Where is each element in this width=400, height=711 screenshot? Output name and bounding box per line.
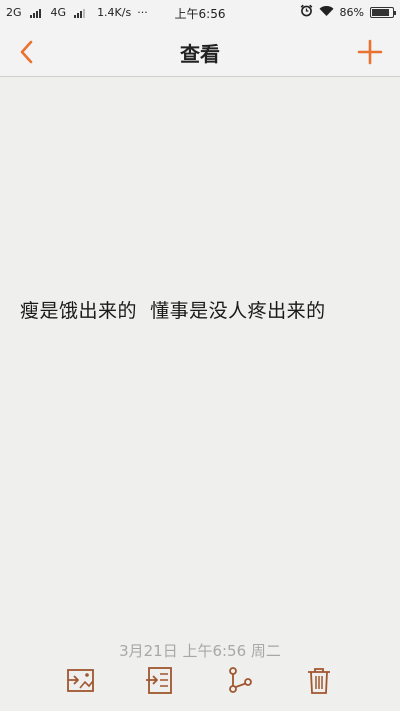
battery-icon: [370, 6, 396, 18]
status-bar: 2G 4G 1.4K/s ··· 上午6:56 86%: [0, 0, 400, 26]
share-icon: [229, 667, 252, 693]
alarm-icon: [300, 4, 313, 20]
status-right: 86%: [300, 4, 396, 20]
delete-button[interactable]: [303, 664, 335, 696]
bottom-toolbar: [0, 660, 400, 700]
note-date: 3月21日 上午6:56 周二: [119, 642, 281, 660]
share-button[interactable]: [223, 664, 255, 696]
export-image-button[interactable]: [64, 664, 96, 696]
export-text-button[interactable]: [143, 664, 175, 696]
note-content[interactable]: 瘦是饿出来的 懂事是没人疼出来的: [20, 296, 380, 323]
battery-fill: [372, 8, 390, 16]
page-title: 查看: [180, 42, 220, 66]
trash-icon: [308, 668, 330, 694]
back-button[interactable]: [14, 38, 42, 66]
export-image-icon: [67, 669, 94, 692]
plus-icon: [357, 39, 383, 65]
add-button[interactable]: [356, 38, 384, 66]
chevron-left-icon: [20, 40, 33, 64]
header-bar: 查看: [0, 26, 400, 77]
battery-percent: 86%: [339, 5, 364, 19]
export-text-icon: [146, 667, 172, 694]
wifi-icon: [319, 5, 334, 20]
